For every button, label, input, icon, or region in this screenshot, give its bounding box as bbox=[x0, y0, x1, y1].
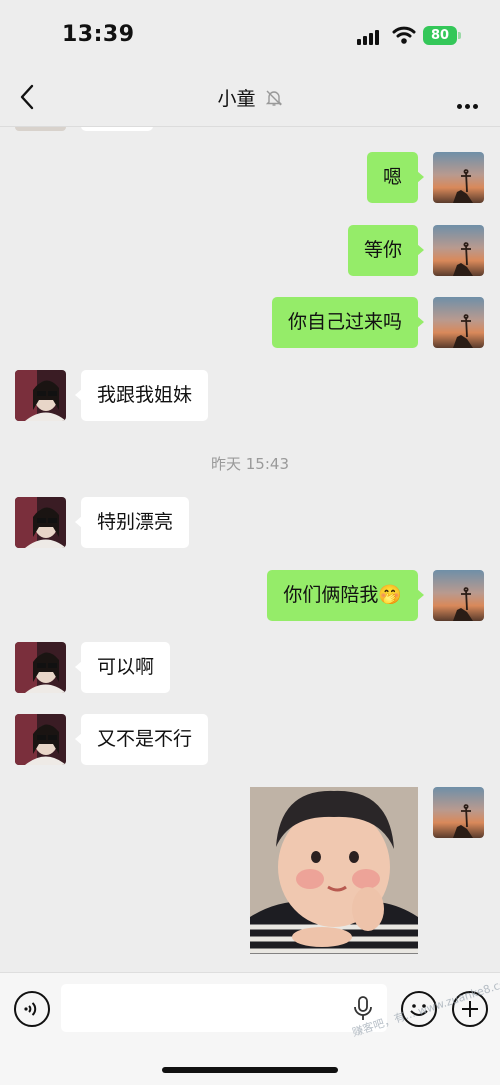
chat-title-overlay: 小童 bbox=[0, 84, 500, 111]
contact-avatar[interactable] bbox=[15, 714, 66, 765]
portrait-icon bbox=[15, 714, 66, 765]
portrait-icon bbox=[15, 642, 66, 693]
statue-silhouette-icon bbox=[453, 242, 473, 276]
statue-silhouette-icon bbox=[453, 169, 473, 203]
signal-icon bbox=[357, 29, 383, 45]
wifi-icon bbox=[392, 26, 416, 44]
more-options-button[interactable] bbox=[454, 94, 478, 113]
portrait-icon bbox=[15, 497, 66, 548]
my-avatar[interactable] bbox=[433, 297, 484, 348]
message-bubble-sent[interactable]: 等你 bbox=[347, 225, 425, 276]
statue-silhouette-icon bbox=[453, 804, 473, 838]
home-indicator bbox=[162, 1067, 338, 1073]
contact-avatar[interactable] bbox=[15, 642, 66, 693]
message-bubble-sent[interactable]: 你自己过来吗 bbox=[271, 297, 425, 348]
timestamp-divider: 昨天 15:43 bbox=[211, 455, 289, 473]
portrait-icon bbox=[15, 370, 66, 421]
contact-avatar[interactable] bbox=[15, 370, 66, 421]
statue-silhouette-icon bbox=[453, 587, 473, 621]
my-avatar[interactable] bbox=[433, 570, 484, 621]
voice-icon[interactable] bbox=[14, 991, 50, 1027]
my-avatar[interactable] bbox=[433, 152, 484, 203]
message-bubble-received[interactable]: 可以啊 bbox=[74, 642, 171, 693]
toddler-photo-image bbox=[250, 787, 418, 954]
contact-name-title[interactable]: 小童 bbox=[217, 88, 255, 110]
status-time: 13:39 bbox=[62, 22, 135, 47]
statue-silhouette-icon bbox=[453, 314, 473, 348]
message-bubble-received[interactable]: 特别漂亮 bbox=[74, 497, 190, 548]
my-avatar[interactable] bbox=[433, 787, 484, 838]
my-avatar[interactable] bbox=[433, 225, 484, 276]
status-bar: 13:39 80 bbox=[0, 0, 500, 70]
message-bubble-sent[interactable]: 你们俩陪我🤭 bbox=[267, 570, 424, 621]
image-message[interactable] bbox=[250, 787, 418, 954]
message-bubble-received[interactable]: 又不是不行 bbox=[74, 714, 209, 765]
mute-indicator-icon bbox=[265, 90, 282, 106]
battery-indicator: 80 bbox=[423, 26, 461, 45]
message-bubble-sent[interactable]: 嗯 bbox=[366, 152, 425, 203]
contact-avatar[interactable] bbox=[15, 497, 66, 548]
message-input[interactable] bbox=[61, 984, 387, 1032]
message-bubble-received[interactable]: 我跟我姐妹 bbox=[74, 370, 209, 421]
